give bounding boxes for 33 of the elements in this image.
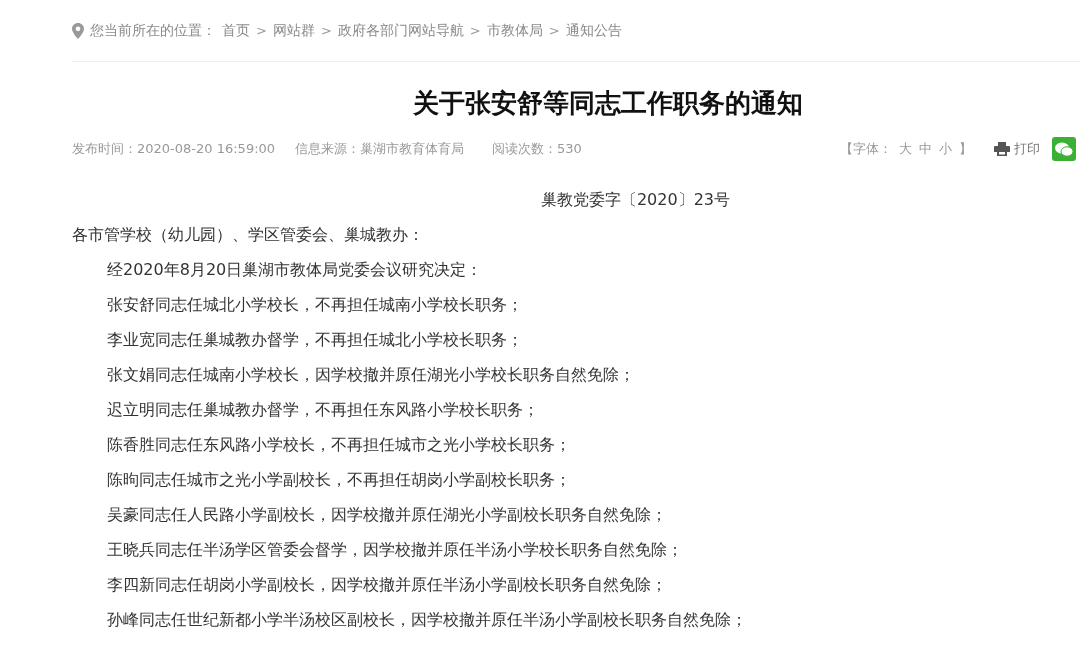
article-meta: 发布时间：2020-08-20 16:59:00 bbox=[72, 140, 276, 158]
notice-paragraph: 王晓兵同志任半汤学区管委会督学，因学校撤并原任半汤小学校长职务自然免除； bbox=[106, 539, 684, 561]
font-size-label: 【字体： bbox=[840, 140, 892, 158]
notice-paragraph: 陈昫同志任城市之光小学副校长，不再担任胡岗小学副校长职务； bbox=[106, 469, 572, 491]
notice-paragraph: 经2020年8月20日巢湖市教体局党委会议研究决定： bbox=[106, 259, 484, 281]
breadcrumb-link[interactable]: 政府各部门网站导航 bbox=[337, 21, 464, 40]
font-size-bracket: 】 bbox=[959, 140, 972, 158]
notice-paragraph: 陈香胜同志任东风路小学校长，不再担任城市之光小学校长职务； bbox=[106, 434, 572, 456]
salutation: 各市管学校（幼儿园）、学区管委会、巢城教办： bbox=[72, 224, 425, 246]
font-size-link[interactable]: 中 bbox=[919, 140, 932, 158]
breadcrumb-separator: > bbox=[469, 23, 481, 38]
notice-paragraph: 迟立明同志任巢城教办督学，不再担任东风路小学校长职务； bbox=[106, 399, 540, 421]
notice-paragraph: 孙峰同志任世纪新都小学半汤校区副校长，因学校撤并原任半汤小学副校长职务自然免除； bbox=[106, 609, 748, 631]
breadcrumb-link[interactable]: 首页 bbox=[222, 21, 250, 40]
breadcrumb-separator: > bbox=[256, 23, 267, 38]
article-meta: 信息来源：巢湖市教育体育局 bbox=[295, 140, 465, 158]
notice-paragraph: 吴豪同志任人民路小学副校长，因学校撤并原任湖光小学副校长职务自然免除； bbox=[106, 504, 668, 526]
notice-paragraph: 李四新同志任胡岗小学副校长，因学校撤并原任半汤小学副校长职务自然免除； bbox=[106, 574, 668, 596]
print-link[interactable]: 打印 bbox=[1014, 140, 1040, 158]
breadcrumb-link[interactable]: 网站群 bbox=[272, 21, 315, 40]
breadcrumb-separator: > bbox=[548, 23, 560, 38]
font-size-link[interactable]: 小 bbox=[939, 140, 952, 158]
document-number: 巢教党委字〔2020〕23号 bbox=[539, 189, 731, 211]
notice-paragraph: 张文娟同志任城南小学校长，因学校撤并原任湖光小学校长职务自然免除； bbox=[106, 364, 636, 386]
location-label: 您当前所在的位置： bbox=[90, 21, 216, 40]
article-meta: 阅读次数：530 bbox=[492, 140, 582, 158]
font-size-link[interactable]: 大 bbox=[899, 140, 912, 158]
notice-paragraph: 李业宽同志任巢城教办督学，不再担任城北小学校长职务； bbox=[106, 329, 524, 351]
notice-paragraph: 张安舒同志任城北小学校长，不再担任城南小学校长职务； bbox=[106, 294, 524, 316]
article-title: 关于张安舒等同志工作职务的通知 bbox=[412, 87, 804, 120]
breadcrumb-link[interactable]: 通知公告 bbox=[565, 21, 622, 40]
breadcrumb-separator: > bbox=[320, 23, 332, 38]
breadcrumb-link[interactable]: 市教体局 bbox=[486, 21, 543, 40]
